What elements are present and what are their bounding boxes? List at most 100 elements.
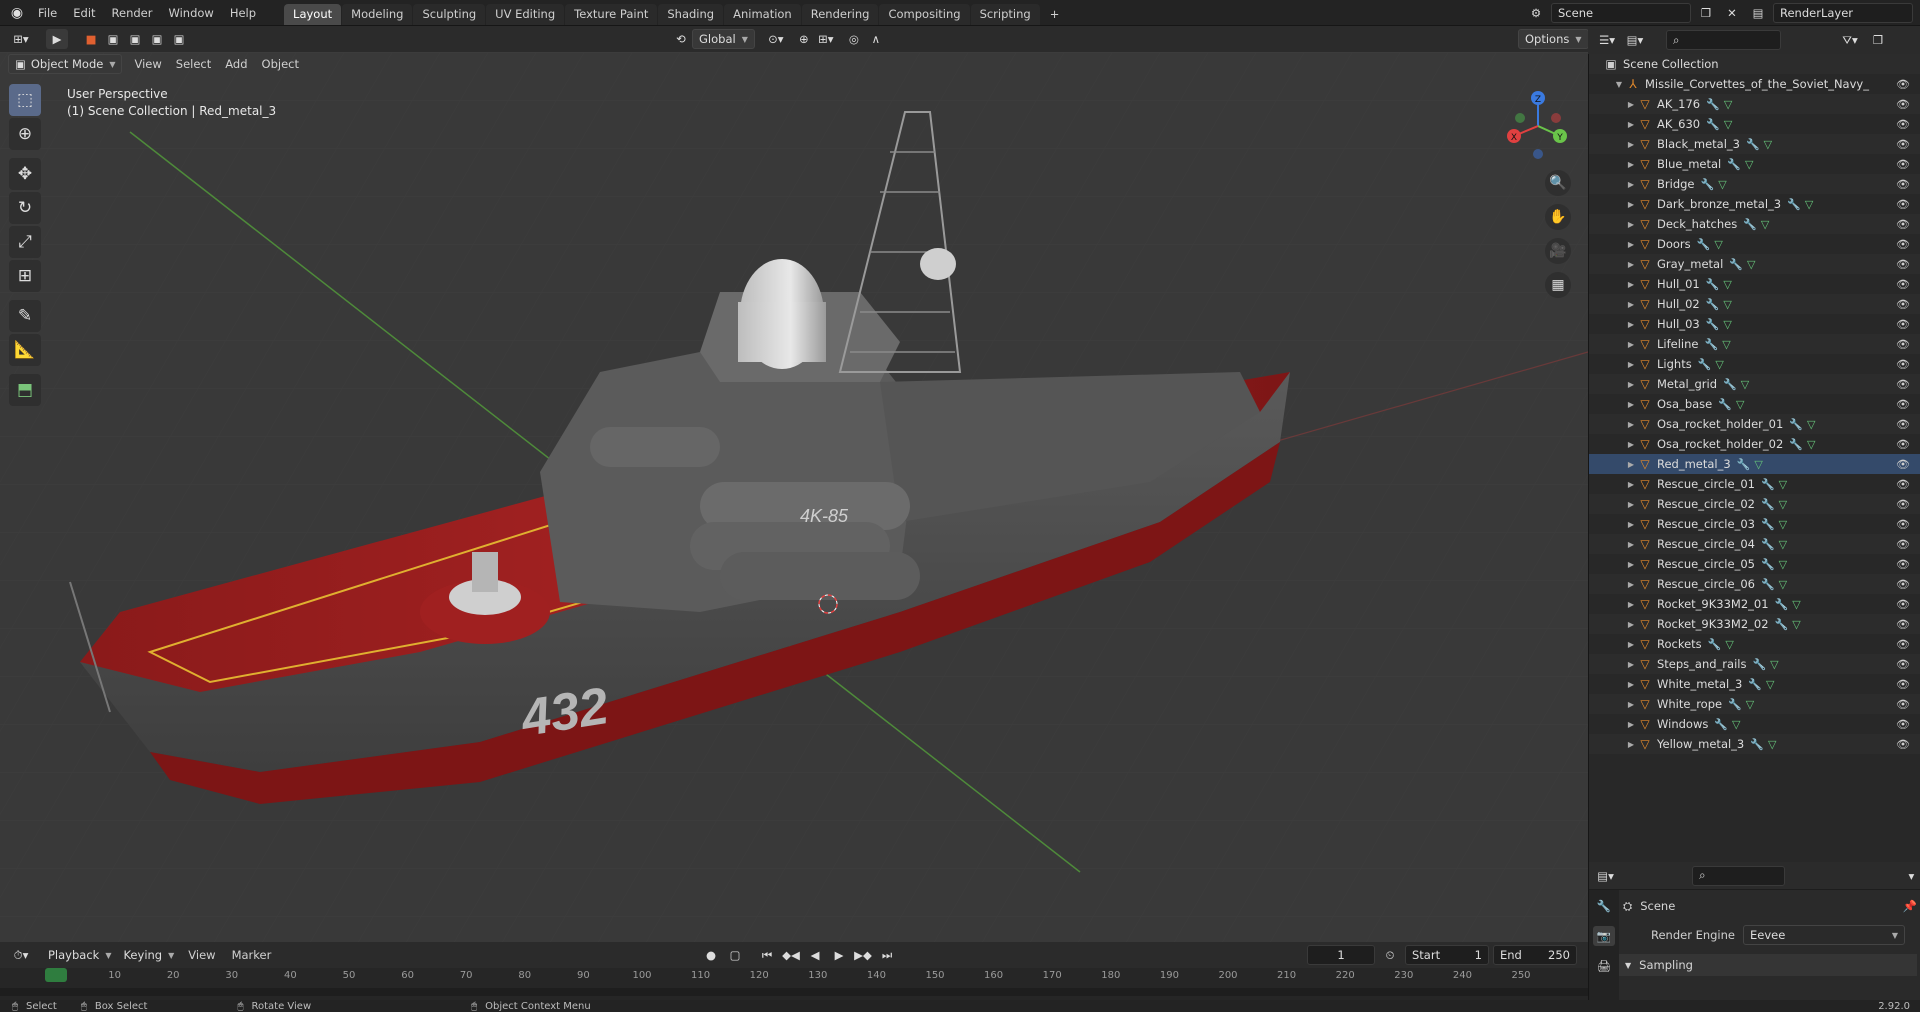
mesh-data-icon[interactable]: ▽ <box>1779 578 1787 591</box>
measure-tool-icon[interactable]: 📐 <box>9 334 41 366</box>
mesh-data-icon[interactable]: ▽ <box>1805 198 1813 211</box>
visibility-eye-icon[interactable]: 👁 <box>1896 98 1910 111</box>
filter-icon[interactable]: ⛛▾ <box>1839 30 1861 50</box>
jump-end-icon[interactable]: ⏭ <box>876 945 898 965</box>
navigation-gizmo[interactable]: Z Y X <box>1500 88 1576 164</box>
start-frame-field[interactable]: Start 1 <box>1405 945 1489 965</box>
play-icon[interactable]: ▶ <box>828 945 850 965</box>
mesh-data-icon[interactable]: ▽ <box>1764 138 1772 151</box>
outliner-item[interactable]: ▶ ▽ Rocket_9K33M2_02 🔧 ▽ 👁 <box>1589 614 1920 634</box>
select-tool-icon[interactable]: ▶ <box>46 29 68 49</box>
modifier-wrench-icon[interactable]: 🔧 <box>1748 678 1762 691</box>
viewport-menu-add[interactable]: Add <box>219 51 253 77</box>
mesh-data-icon[interactable]: ▽ <box>1747 258 1755 271</box>
visibility-eye-icon[interactable]: 👁 <box>1896 678 1910 691</box>
scene-browse-icon[interactable]: ⚙ <box>1525 3 1547 23</box>
falloff-icon[interactable]: ∧ <box>865 29 887 49</box>
mesh-data-icon[interactable]: ▽ <box>1724 98 1732 111</box>
add-workspace-button[interactable]: + <box>1041 4 1069 25</box>
mesh-data-icon[interactable]: ▽ <box>1779 518 1787 531</box>
modifier-wrench-icon[interactable]: 🔧 <box>1743 218 1757 231</box>
outliner-item[interactable]: ▶ ▽ Gray_metal 🔧 ▽ 👁 <box>1589 254 1920 274</box>
expand-triangle-icon[interactable]: ▶ <box>1625 540 1637 549</box>
add-cube-tool-icon[interactable]: ⬒ <box>9 374 41 406</box>
modifier-wrench-icon[interactable]: 🔧 <box>1708 638 1722 651</box>
mesh-data-icon[interactable]: ▽ <box>1724 118 1732 131</box>
select-mode-intersect-icon[interactable]: ▣ <box>168 29 190 49</box>
modifier-wrench-icon[interactable]: 🔧 <box>1737 458 1751 471</box>
outliner-root-row[interactable]: ▣ Scene Collection <box>1589 54 1920 74</box>
prev-keyframe-icon[interactable]: ◆◀ <box>780 945 802 965</box>
expand-triangle-icon[interactable]: ▶ <box>1625 500 1637 509</box>
expand-triangle-icon[interactable]: ▶ <box>1625 700 1637 709</box>
outliner-item[interactable]: ▶ ▽ Hull_03 🔧 ▽ 👁 <box>1589 314 1920 334</box>
outliner-editor-icon[interactable]: ☰▾ <box>1596 30 1618 50</box>
expand-triangle-icon[interactable]: ▶ <box>1625 440 1637 449</box>
modifier-wrench-icon[interactable]: 🔧 <box>1761 558 1775 571</box>
modifier-wrench-icon[interactable]: 🔧 <box>1775 598 1789 611</box>
scene-copy-icon[interactable]: ❐ <box>1695 3 1717 23</box>
expand-triangle-icon[interactable]: ▶ <box>1625 520 1637 529</box>
expand-triangle-icon[interactable]: ▶ <box>1625 160 1637 169</box>
expand-triangle-icon[interactable]: ▶ <box>1625 460 1637 469</box>
visibility-eye-icon[interactable]: 👁 <box>1896 418 1910 431</box>
snap-icon[interactable]: ⊕ <box>793 29 815 49</box>
outliner-item[interactable]: ▶ ▽ Rescue_circle_01 🔧 ▽ 👁 <box>1589 474 1920 494</box>
proportional-edit-icon[interactable]: ◎ <box>843 29 865 49</box>
expand-triangle-icon[interactable]: ▶ <box>1625 420 1637 429</box>
visibility-eye-icon[interactable]: 👁 <box>1896 698 1910 711</box>
mesh-data-icon[interactable]: ▽ <box>1741 378 1749 391</box>
mesh-data-icon[interactable]: ▽ <box>1768 738 1776 751</box>
modifier-wrench-icon[interactable]: 🔧 <box>1714 718 1728 731</box>
outliner-item[interactable]: ▶ ▽ AK_176 🔧 ▽ 👁 <box>1589 94 1920 114</box>
mesh-data-icon[interactable]: ▽ <box>1807 438 1815 451</box>
tab-uv-editing[interactable]: UV Editing <box>486 4 565 25</box>
mesh-data-icon[interactable]: ▽ <box>1754 458 1762 471</box>
mesh-data-icon[interactable]: ▽ <box>1792 618 1800 631</box>
mesh-data-icon[interactable]: ▽ <box>1723 298 1731 311</box>
modifier-wrench-icon[interactable]: 🔧 <box>1706 118 1720 131</box>
mesh-data-icon[interactable]: ▽ <box>1779 558 1787 571</box>
rotate-tool-icon[interactable]: ↻ <box>9 192 41 224</box>
outliner-item[interactable]: ▶ ▽ Bridge 🔧 ▽ 👁 <box>1589 174 1920 194</box>
render-engine-dropdown[interactable]: Eevee ▼ <box>1743 925 1905 945</box>
mesh-data-icon[interactable]: ▽ <box>1792 598 1800 611</box>
modifier-wrench-icon[interactable]: 🔧 <box>1787 198 1801 211</box>
outliner-item[interactable]: ▶ ▽ White_rope 🔧 ▽ 👁 <box>1589 694 1920 714</box>
visibility-eye-icon[interactable]: 👁 <box>1896 478 1910 491</box>
viewport-menu-view[interactable]: View <box>128 51 167 77</box>
pan-hand-icon[interactable]: ✋ <box>1545 204 1571 230</box>
transform-orientation-dropdown[interactable]: Global ▼ <box>692 29 755 49</box>
visibility-eye-icon[interactable]: 👁 <box>1896 518 1910 531</box>
renderlayer-browse-icon[interactable]: ▤ <box>1747 3 1769 23</box>
visibility-eye-icon[interactable]: 👁 <box>1896 558 1910 571</box>
transform-orientation-icon[interactable]: ⟲ <box>670 29 692 49</box>
scale-tool-icon[interactable]: ⤢ <box>9 226 41 258</box>
outliner-item[interactable]: ▶ ▽ Osa_base 🔧 ▽ 👁 <box>1589 394 1920 414</box>
visibility-eye-icon[interactable]: 👁 <box>1896 138 1910 151</box>
expand-triangle-icon[interactable]: ▶ <box>1625 100 1637 109</box>
properties-editor-icon[interactable]: ▤▾ <box>1597 866 1614 886</box>
tab-texture-paint[interactable]: Texture Paint <box>565 4 658 25</box>
tab-scripting[interactable]: Scripting <box>970 4 1040 25</box>
pivot-point-icon[interactable]: ⊙▾ <box>765 29 787 49</box>
options-dropdown[interactable]: Options ▼ <box>1518 29 1589 49</box>
outliner-item[interactable]: ▶ ▽ Osa_rocket_holder_02 🔧 ▽ 👁 <box>1589 434 1920 454</box>
mesh-data-icon[interactable]: ▽ <box>1766 678 1774 691</box>
modifier-wrench-icon[interactable]: 🔧 <box>1697 238 1711 251</box>
timeline-view-menu[interactable]: View <box>180 942 223 968</box>
select-mode-extend-icon[interactable]: ▣ <box>102 29 124 49</box>
scene-close-icon[interactable]: ✕ <box>1721 3 1743 23</box>
expand-triangle-icon[interactable]: ▶ <box>1625 680 1637 689</box>
tab-compositing[interactable]: Compositing <box>879 4 970 25</box>
outliner-item[interactable]: ▶ ▽ Metal_grid 🔧 ▽ 👁 <box>1589 374 1920 394</box>
viewport-menu-object[interactable]: Object <box>256 51 305 77</box>
modifier-wrench-icon[interactable]: 🔧 <box>1706 278 1720 291</box>
timeline-marker-menu[interactable]: Marker <box>224 942 280 968</box>
visibility-eye-icon[interactable]: 👁 <box>1896 578 1910 591</box>
timeline-area[interactable]: 1102030405060708090100110120130140150160… <box>0 968 1588 1000</box>
outliner-item[interactable]: ▶ ▽ Windows 🔧 ▽ 👁 <box>1589 714 1920 734</box>
viewport-scene[interactable]: 4K-85 432 <box>0 52 1588 942</box>
expand-triangle-icon[interactable]: ▶ <box>1625 180 1637 189</box>
visibility-eye-icon[interactable]: 👁 <box>1896 398 1910 411</box>
